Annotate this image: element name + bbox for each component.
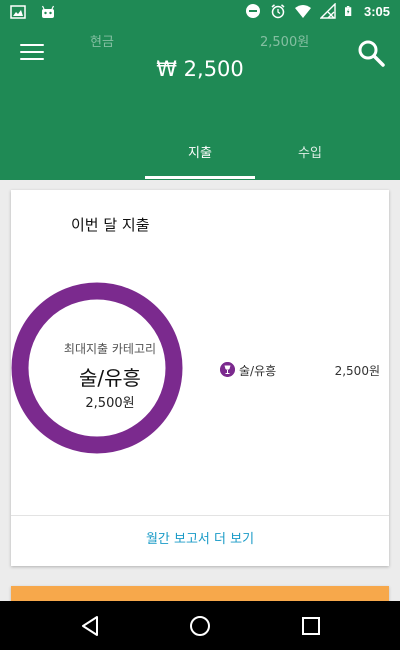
menu-icon-line: [20, 51, 44, 53]
tab-indicator: [145, 176, 255, 179]
menu-icon-line: [20, 44, 44, 46]
status-time: 3:05: [363, 3, 390, 19]
account-amount: 2,500원: [260, 35, 310, 50]
top-category-caption: 최대지출 카테고리: [63, 342, 157, 356]
app-bar: 현금 2,500원 ₩ 2,500 지출 수입: [0, 24, 400, 180]
top-category-name: 술/유흥: [79, 366, 141, 390]
dnd-icon: [245, 4, 260, 18]
card-title: 이번 달 지출: [71, 216, 150, 234]
account-label: 현금: [90, 35, 114, 50]
legend-value: 2,500원: [334, 364, 380, 378]
tab-expense[interactable]: 지출: [145, 138, 255, 180]
tab-bar: 지출 수입: [0, 138, 400, 180]
legend-item[interactable]: 술/유흥 2,500원: [220, 361, 380, 379]
alarm-icon: [271, 4, 285, 19]
balance-amount: ₩ 2,500: [156, 57, 244, 81]
search-icon[interactable]: [356, 38, 386, 68]
home-icon[interactable]: [188, 614, 212, 638]
wifi-icon: [294, 5, 311, 18]
nav-bar: [0, 601, 400, 650]
status-bar: 3:05: [0, 0, 400, 24]
battery-icon: [344, 6, 352, 16]
image-icon: [10, 5, 26, 19]
wine-glass-icon: [220, 362, 235, 377]
signal-icon: [319, 3, 336, 19]
tab-income[interactable]: 수입: [255, 138, 365, 180]
recents-icon[interactable]: [299, 614, 323, 638]
back-icon[interactable]: [78, 614, 102, 638]
top-category-amount: 2,500원: [85, 396, 135, 411]
monthly-expense-card: 이번 달 지출 최대지출 카테고리 술/유흥 2,500원 술/유흥 2,500…: [11, 190, 389, 566]
legend-label: 술/유흥: [239, 364, 277, 378]
android-icon: [41, 5, 55, 18]
monthly-report-link[interactable]: 월간 보고서 더 보기: [11, 516, 389, 566]
